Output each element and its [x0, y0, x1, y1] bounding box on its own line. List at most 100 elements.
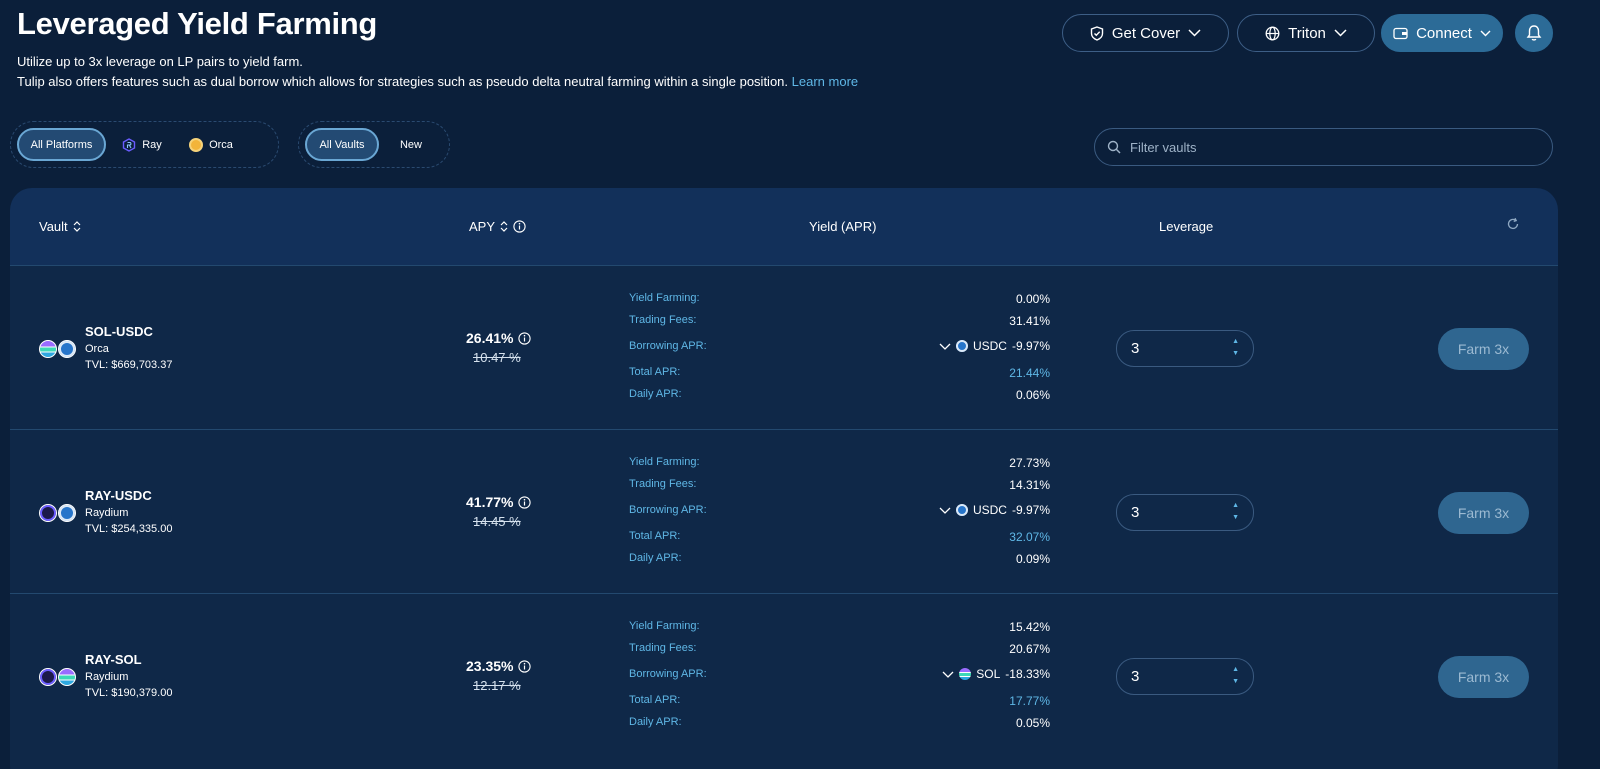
vault-name: SOL-USDC	[85, 324, 153, 339]
bell-icon	[1526, 25, 1542, 41]
yield-farming-value: 15.42%	[1009, 620, 1050, 634]
chevron-down-icon	[1188, 29, 1201, 37]
info-icon[interactable]	[513, 220, 526, 233]
connect-wallet-button[interactable]: Connect	[1381, 14, 1503, 52]
borrow-token-select[interactable]: USDC -9.97%	[939, 339, 1050, 353]
vault-name: RAY-USDC	[85, 488, 152, 503]
borrow-token-select[interactable]: SOL -18.33%	[942, 667, 1050, 681]
daily-apr-label: Daily APR:	[629, 716, 682, 728]
network-select-button[interactable]: Triton	[1237, 14, 1375, 52]
vault-token-icons	[39, 504, 76, 522]
sort-apy-header[interactable]: APY	[469, 219, 526, 234]
borrowing-apr-label: Borrowing APR:	[629, 668, 707, 680]
filter-orca[interactable]: Orca	[178, 128, 244, 161]
filter-ray[interactable]: Ray	[112, 128, 172, 161]
filter-orca-label: Orca	[209, 138, 233, 151]
apy-value-group: 41.77%	[466, 494, 532, 510]
yield-farming-label: Yield Farming:	[629, 456, 700, 468]
leverage-input[interactable]	[1131, 340, 1211, 357]
leverage-input[interactable]	[1131, 668, 1211, 685]
increment-icon[interactable]: ▲	[1232, 502, 1239, 510]
get-cover-button[interactable]: Get Cover	[1062, 14, 1229, 52]
increment-icon[interactable]: ▲	[1232, 666, 1239, 674]
increment-icon[interactable]: ▲	[1232, 338, 1239, 346]
vault-name: RAY-SOL	[85, 652, 142, 667]
trading-fees-value: 31.41%	[1009, 314, 1050, 328]
decrement-icon[interactable]: ▼	[1232, 514, 1239, 522]
total-apr-label: Total APR:	[629, 694, 681, 706]
leverage-spin: ▲ ▼	[1232, 338, 1239, 358]
trading-fees-value: 14.31%	[1009, 478, 1050, 492]
platform-filter-group: All Platforms Ray Orca	[10, 121, 279, 168]
decrement-icon[interactable]: ▼	[1232, 678, 1239, 686]
yield-farming-value: 27.73%	[1009, 456, 1050, 470]
learn-more-link[interactable]: Learn more	[792, 74, 858, 89]
vault-tvl: TVL: $190,379.00	[85, 687, 173, 699]
sort-vault-header[interactable]: Vault	[39, 219, 81, 234]
trading-fees-label: Trading Fees:	[629, 642, 697, 654]
total-apr-value: 17.77%	[1009, 694, 1050, 708]
vault-header-label: Vault	[39, 219, 68, 234]
daily-apr-value: 0.05%	[1015, 716, 1050, 730]
filter-all-platforms[interactable]: All Platforms	[17, 128, 106, 161]
yield-farming-label: Yield Farming:	[629, 620, 700, 632]
filter-ray-label: Ray	[142, 138, 162, 151]
trading-fees-label: Trading Fees:	[629, 314, 697, 326]
filter-all-vaults[interactable]: All Vaults	[305, 128, 379, 161]
connect-label: Connect	[1416, 24, 1472, 42]
refresh-icon	[1507, 217, 1519, 230]
vault-token-icons	[39, 340, 76, 358]
globe-icon	[1265, 26, 1280, 40]
sol-token-icon	[39, 340, 57, 358]
sort-icon	[73, 221, 81, 232]
borrowing-apr-label: Borrowing APR:	[629, 504, 707, 516]
usdc-token-icon	[58, 340, 76, 358]
filter-new[interactable]: New	[385, 128, 437, 161]
info-icon[interactable]	[518, 331, 532, 345]
search-icon	[1107, 140, 1121, 154]
borrow-apr-value: -18.33%	[1005, 667, 1050, 681]
borrow-token: USDC	[972, 503, 1007, 517]
shield-icon	[1090, 25, 1104, 41]
farm-button[interactable]: Farm 3x	[1438, 492, 1529, 534]
leverage-stepper: ▲ ▼	[1116, 494, 1254, 531]
info-icon[interactable]	[518, 659, 532, 673]
decrement-icon[interactable]: ▼	[1232, 350, 1239, 358]
page-subtitle-2: Tulip also offers features such as dual …	[17, 74, 858, 89]
search-input[interactable]	[1130, 139, 1530, 155]
borrow-token: USDC	[972, 339, 1007, 353]
total-apr-label: Total APR:	[629, 366, 681, 378]
borrow-apr-value: -9.97%	[1011, 339, 1050, 353]
sol-token-icon	[58, 668, 76, 686]
farm-button[interactable]: Farm 3x	[1438, 656, 1529, 698]
table-row: RAY-USDC Raydium TVL: $254,335.00 41.77%…	[10, 430, 1558, 594]
orca-icon	[189, 137, 204, 152]
refresh-button[interactable]	[1506, 217, 1520, 231]
chevron-down-icon	[939, 507, 951, 514]
apy-previous: 14.45 %	[473, 514, 521, 529]
vault-table: Vault APY Yield (APR) Leverage SOL-USDC …	[10, 188, 1558, 769]
table-row: RAY-SOL Raydium TVL: $190,379.00 23.35% …	[10, 594, 1558, 758]
borrow-token-select[interactable]: USDC -9.97%	[939, 503, 1050, 517]
daily-apr-label: Daily APR:	[629, 388, 682, 400]
apy-value-group: 23.35%	[466, 658, 532, 674]
ray-token-icon	[39, 504, 57, 522]
leverage-input[interactable]	[1131, 504, 1211, 521]
trading-fees-label: Trading Fees:	[629, 478, 697, 490]
borrowing-apr-label: Borrowing APR:	[629, 340, 707, 352]
leverage-spin: ▲ ▼	[1232, 502, 1239, 522]
info-icon[interactable]	[518, 495, 532, 509]
farm-button[interactable]: Farm 3x	[1438, 328, 1529, 370]
total-apr-label: Total APR:	[629, 530, 681, 542]
page-title: Leveraged Yield Farming	[17, 6, 378, 41]
usdc-token-icon	[955, 504, 968, 516]
apy-value-group: 26.41%	[466, 330, 532, 346]
notifications-button[interactable]	[1515, 14, 1553, 52]
apy-previous: 12.17 %	[473, 678, 521, 693]
vault-token-icons	[39, 668, 76, 686]
leverage-stepper: ▲ ▼	[1116, 330, 1254, 367]
apy-previous: 10.47 %	[473, 350, 521, 365]
leverage-header: Leverage	[1159, 219, 1214, 234]
table-row: SOL-USDC Orca TVL: $669,703.37 26.41% 10…	[10, 266, 1558, 430]
yield-header: Yield (APR)	[809, 219, 877, 234]
